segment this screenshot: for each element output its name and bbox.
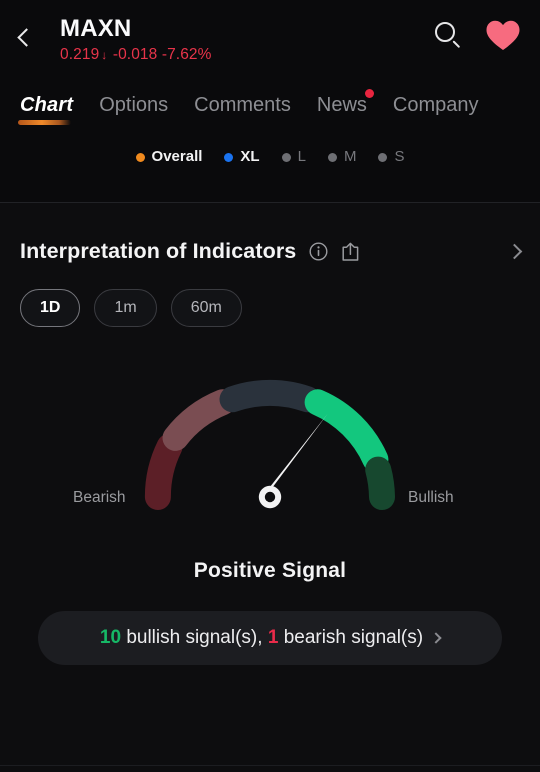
legend-label: Overall <box>151 148 203 165</box>
tab-chart[interactable]: Chart <box>18 92 74 128</box>
ticker-symbol: MAXN <box>60 15 132 42</box>
tab-options[interactable]: Options <box>99 92 168 128</box>
gauge-segment-strong-bullish <box>365 456 395 510</box>
period-pill-1d[interactable]: 1D <box>20 289 81 327</box>
gauge-label-bearish: Bearish <box>73 489 126 506</box>
series-legend: Overall XL L M S <box>0 128 540 166</box>
legend-item-overall[interactable]: Overall <box>135 148 203 166</box>
legend-label: S <box>394 148 405 165</box>
legend-item-l[interactable]: L <box>281 148 306 166</box>
period-pill-1m[interactable]: 1m <box>94 289 157 327</box>
heart-icon[interactable] <box>486 20 520 51</box>
bullish-count: 10 <box>99 627 122 648</box>
down-arrow-icon: ↓ <box>101 48 108 62</box>
gauge-segment-strong-bearish <box>144 433 183 510</box>
expand-section-chevron-right-icon[interactable] <box>506 243 523 260</box>
price-change: -0.018 <box>112 46 158 63</box>
tab-label: Comments <box>194 94 291 116</box>
signal-verdict: Positive Signal <box>193 559 347 582</box>
period-label: 60m <box>190 299 222 316</box>
period-label: 1D <box>40 299 61 316</box>
stock-detail-screen: MAXN 0.219↓ -0.018 -7.62% Chart Options <box>0 0 540 772</box>
period-label: 1m <box>114 299 137 316</box>
gauge-needle <box>258 414 328 509</box>
legend-label: M <box>343 148 357 165</box>
gauge-label-bullish: Bullish <box>408 489 454 506</box>
tab-news[interactable]: News <box>316 89 374 128</box>
gauge-segment-bullish <box>304 389 389 473</box>
bottom-divider <box>0 765 540 766</box>
tab-bar: Chart Options Comments News Company <box>0 76 540 128</box>
legend-item-m[interactable]: M <box>327 148 357 166</box>
gauge-svg <box>144 379 395 510</box>
signal-gauge: Bearish Bullish <box>0 367 540 547</box>
section-header: Interpretation of Indicators <box>0 203 540 264</box>
signal-summary-button[interactable]: 10 bullish signal(s), 1 bearish signal(s… <box>38 611 502 665</box>
tab-label: Options <box>99 94 169 116</box>
legend-dot-icon <box>224 152 234 162</box>
top-zone-spacer <box>0 166 540 202</box>
period-selector: 1D 1m 60m <box>0 264 540 327</box>
quote-line: 0.219 ↓ -0.018 -7.62% <box>60 45 434 65</box>
legend-dot-icon <box>281 152 291 162</box>
price-change-percent: -7.62% <box>161 46 212 63</box>
back-button[interactable] <box>17 14 54 54</box>
summary-row: 10 bullish signal(s), 1 bearish signal(s… <box>0 583 540 665</box>
legend-item-xl[interactable]: XL <box>224 148 260 166</box>
active-tab-underline <box>18 120 72 125</box>
tab-label: Chart <box>20 94 74 116</box>
news-notification-badge <box>364 89 374 98</box>
bearish-count: 1 <box>267 627 279 648</box>
share-icon[interactable] <box>341 242 360 262</box>
legend-dot-icon <box>378 152 388 162</box>
tab-comments[interactable]: Comments <box>194 92 291 128</box>
legend-dot-icon <box>327 152 337 162</box>
info-circle-icon[interactable] <box>309 242 328 261</box>
tab-label: News <box>316 94 367 116</box>
page-title: Interpretation of Indicators <box>20 239 297 263</box>
tab-company[interactable]: Company <box>393 92 479 128</box>
gauge-segment-bearish <box>162 389 236 451</box>
search-icon[interactable] <box>434 21 464 51</box>
legend-label: L <box>297 148 306 165</box>
legend-label: XL <box>240 148 260 165</box>
chevron-right-icon <box>430 632 442 644</box>
header-actions <box>434 14 520 51</box>
app-header: MAXN 0.219 ↓ -0.018 -7.62% <box>0 14 540 76</box>
bullish-label: bullish signal(s), <box>126 627 263 648</box>
chevron-left-icon <box>17 27 36 47</box>
tab-label: Company <box>392 94 479 116</box>
summary-text: 10 bullish signal(s), 1 bearish signal(s… <box>100 626 423 650</box>
top-zone: MAXN 0.219↓ -0.018 -7.62% Chart Options <box>0 0 540 202</box>
gauge-segment-neutral <box>219 379 321 413</box>
ticker-block: MAXN 0.219 ↓ -0.018 -7.62% <box>54 14 434 65</box>
price-value: 0.219 <box>60 46 100 63</box>
period-pill-60m[interactable]: 60m <box>170 289 242 327</box>
legend-item-s[interactable]: S <box>378 148 404 166</box>
legend-dot-icon <box>135 152 145 162</box>
bearish-label: bearish signal(s) <box>283 627 424 648</box>
